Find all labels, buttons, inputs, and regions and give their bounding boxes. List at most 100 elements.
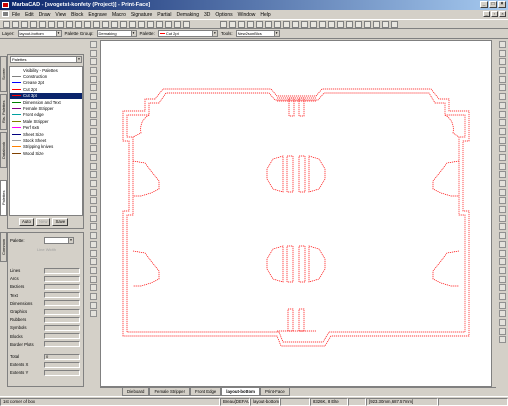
group-icon[interactable] (89, 266, 97, 274)
toolbar-tool-icon[interactable] (382, 21, 389, 28)
menu-item-draw[interactable]: Draw (39, 12, 51, 18)
close-button[interactable]: × (498, 1, 506, 8)
menu-item-macro[interactable]: Macro (112, 12, 126, 18)
layer-icon[interactable] (138, 21, 145, 28)
menu-item-signature[interactable]: Signature (131, 12, 152, 18)
tab-layout-bottom[interactable]: layout-bottom (221, 388, 260, 396)
tab-print-face[interactable]: Print-Face (259, 388, 290, 396)
toolbar-tool-icon[interactable] (292, 21, 299, 28)
new-file-icon[interactable] (3, 21, 10, 28)
scale-icon[interactable] (89, 162, 97, 170)
tab-databook[interactable]: Databook (0, 132, 7, 168)
save-button[interactable]: Save (52, 218, 69, 226)
view-tool-icon[interactable] (498, 336, 506, 344)
auto-button[interactable]: Auto (19, 218, 34, 226)
view-tool-icon[interactable] (498, 110, 506, 118)
toolbar-tool-icon[interactable] (391, 21, 398, 28)
toolbar-tool-icon[interactable] (238, 21, 245, 28)
view-tool-icon[interactable] (498, 162, 506, 170)
view-tool-icon[interactable] (498, 136, 506, 144)
doc-minimize-button[interactable]: _ (483, 11, 490, 17)
menu-item-demaking[interactable]: Demaking (176, 12, 199, 18)
toolbar-tool-icon[interactable] (229, 21, 236, 28)
drawing-canvas[interactable] (100, 40, 492, 387)
open-icon[interactable] (12, 21, 19, 28)
view-tool-icon[interactable] (498, 197, 506, 205)
view-tool-icon[interactable] (498, 145, 506, 153)
menu-item-window[interactable]: Window (238, 12, 256, 18)
measure-tool-icon[interactable] (89, 292, 97, 300)
fillet-icon[interactable] (89, 127, 97, 135)
zoom-fit-icon[interactable] (102, 21, 109, 28)
doc-restore-button[interactable]: ▫ (491, 11, 498, 17)
chevron-down-icon[interactable]: ▼ (273, 31, 279, 36)
menu-item-file[interactable]: File (12, 12, 20, 18)
circle-icon[interactable] (89, 75, 97, 83)
fill-icon[interactable] (89, 301, 97, 309)
copy-tool-icon[interactable] (89, 180, 97, 187)
measure-icon[interactable] (156, 21, 163, 28)
zoom-in-icon[interactable] (84, 21, 91, 28)
view-tool-icon[interactable] (498, 188, 506, 196)
toolbar-tool-icon[interactable] (310, 21, 317, 28)
chamfer-icon[interactable] (89, 136, 97, 144)
toolbar-tool-icon[interactable] (301, 21, 308, 28)
view-tool-icon[interactable] (498, 119, 506, 127)
chevron-down-icon[interactable]: ▼ (68, 238, 73, 243)
rotate-icon[interactable] (89, 153, 97, 161)
view-tool-icon[interactable] (498, 232, 506, 240)
menu-item-3d[interactable]: 3D (204, 12, 210, 18)
view-tool-icon[interactable] (498, 214, 506, 222)
rectangle-icon[interactable] (89, 84, 97, 92)
palette-group-select[interactable]: Demaking ▼ (96, 30, 137, 37)
bridge-icon[interactable] (89, 214, 97, 222)
view-tool-icon[interactable] (498, 310, 506, 318)
view-tool-icon[interactable] (498, 266, 506, 274)
toolbar-tool-icon[interactable] (256, 21, 263, 28)
tools-select[interactable]: New2sonBlcs ▼ (235, 30, 280, 37)
select-icon[interactable] (89, 41, 97, 48)
view-tool-icon[interactable] (498, 284, 506, 292)
perf-icon[interactable] (89, 240, 97, 248)
grid-icon[interactable] (120, 21, 127, 28)
join-icon[interactable] (89, 284, 97, 292)
line-icon[interactable] (89, 49, 97, 57)
view-tool-icon[interactable] (498, 171, 506, 179)
tab-common[interactable]: Common (0, 232, 7, 262)
print-icon[interactable] (30, 21, 37, 28)
view-tool-icon[interactable] (498, 49, 506, 57)
view-tool-icon[interactable] (498, 41, 506, 48)
toolbar-tool-icon[interactable] (283, 21, 290, 28)
tab-dieboard[interactable]: Dieboard (122, 388, 150, 396)
view-tool-icon[interactable] (498, 292, 506, 300)
menu-item-edit[interactable]: Edit (25, 12, 34, 18)
view-tool-icon[interactable] (498, 58, 506, 66)
view-tool-icon[interactable] (498, 258, 506, 266)
view-tool-icon[interactable] (498, 206, 506, 214)
polyline-icon[interactable] (89, 58, 97, 66)
copy-icon[interactable] (48, 21, 55, 28)
trim-icon[interactable] (89, 110, 97, 118)
menu-item-partial[interactable]: Partial (157, 12, 171, 18)
chevron-down-icon[interactable]: ▼ (55, 31, 61, 36)
help-icon[interactable] (183, 21, 190, 28)
tab-front-edge[interactable]: Front Edge (190, 388, 222, 396)
toolbar-tool-icon[interactable] (346, 21, 353, 28)
dimension-icon[interactable] (174, 21, 181, 28)
hatch-icon[interactable] (89, 310, 97, 318)
cut-icon[interactable] (39, 21, 46, 28)
toolbar-tool-icon[interactable] (355, 21, 362, 28)
tab-female-stripper[interactable]: Female Stripper (149, 388, 191, 396)
zoom-out-icon[interactable] (93, 21, 100, 28)
toolbar-tool-icon[interactable] (220, 21, 227, 28)
view-tool-icon[interactable] (498, 275, 506, 283)
offset-icon[interactable] (89, 101, 97, 109)
block-tool-icon[interactable] (89, 258, 97, 266)
tab-ris-palettes[interactable]: Ris. Palettes (0, 94, 7, 130)
nick-icon[interactable] (89, 223, 97, 231)
view-tool-icon[interactable] (498, 249, 506, 257)
tab-palettes[interactable]: Palettes (0, 180, 7, 216)
save-icon[interactable] (21, 21, 28, 28)
doc-close-button[interactable]: × (499, 11, 506, 17)
view-tool-icon[interactable] (498, 67, 506, 75)
